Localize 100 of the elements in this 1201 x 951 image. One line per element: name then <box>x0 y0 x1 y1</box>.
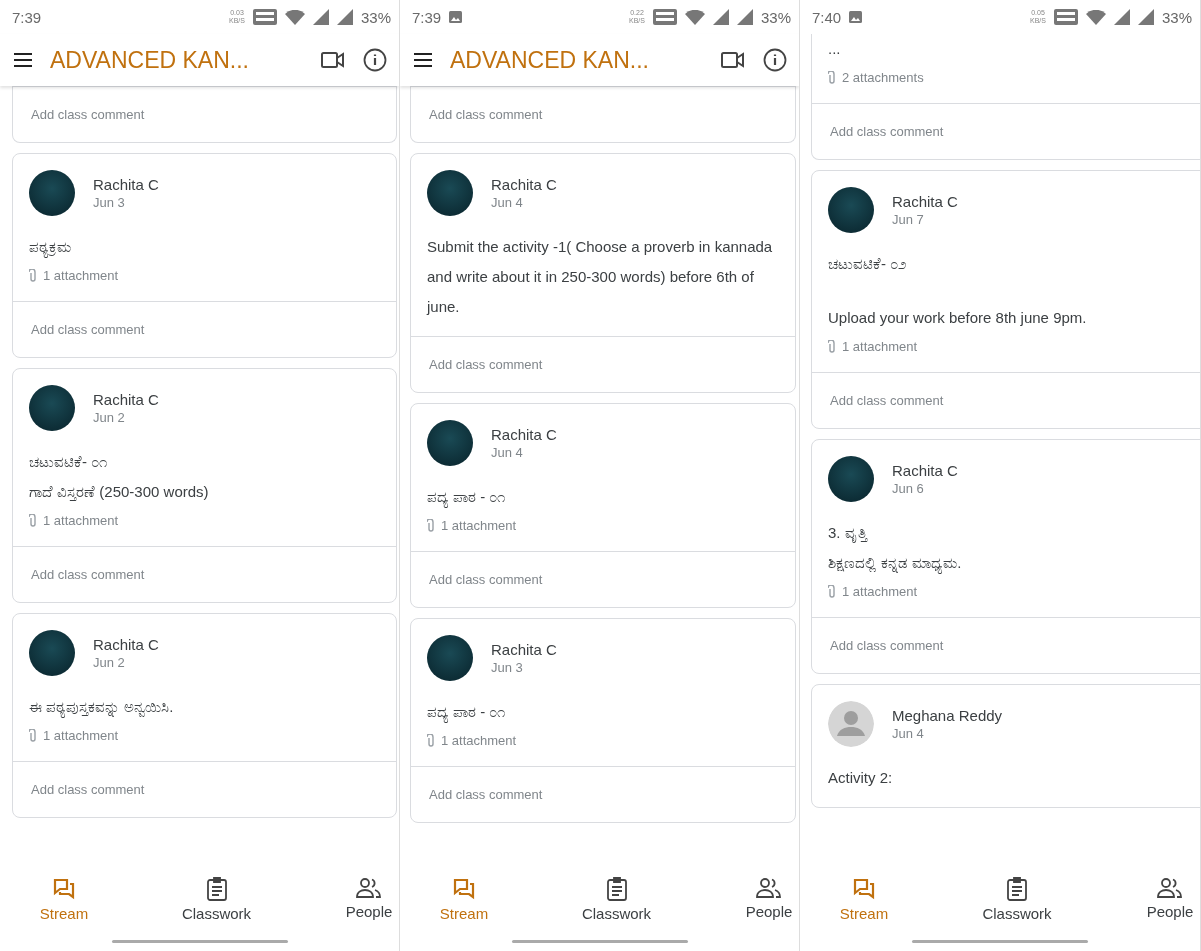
battery-percent: 33% <box>1161 8 1192 26</box>
chat-bubbles-icon <box>52 877 76 901</box>
author-name: Rachita C <box>491 426 557 443</box>
post-text: 3. ವೃತ್ತಿ <box>828 523 869 545</box>
post-text: ಈ ಪಠ್ಯಪುಸ್ತಕವನ್ನು ಅನ್ವಯಿಸಿ. <box>29 692 380 722</box>
attachment-link[interactable]: 1 attachment <box>812 333 1200 372</box>
signal-icon <box>1113 9 1130 25</box>
paperclip-icon <box>828 340 836 353</box>
post-date: Jun 6 <box>892 481 925 496</box>
signal-icon <box>736 9 753 25</box>
signal-icon <box>336 9 353 25</box>
comment-field[interactable]: Add class comment <box>411 336 795 392</box>
paperclip-icon <box>29 269 37 282</box>
attachment-link[interactable]: 2 attachments <box>812 64 1200 103</box>
post-text: Activity 2: <box>828 768 894 788</box>
signal-icon <box>312 9 329 25</box>
post-text: ಪದ್ಯ ಪಾಠ - ೦೧ <box>427 482 779 512</box>
comment-field[interactable]: Add class comment <box>812 617 1200 673</box>
people-icon <box>1157 877 1183 899</box>
author-name: Rachita C <box>892 462 958 479</box>
chat-bubbles-icon <box>852 877 876 901</box>
post-text: ... <box>828 39 842 59</box>
battery-percent: 33% <box>360 8 391 26</box>
paperclip-icon <box>828 585 836 598</box>
post-text: Submit the activity -1( Choose a proverb in kannada and write about it in 250-300 words) before 6th of june. <box>427 237 774 317</box>
post-text: ಪಠ್ಯಕ್ರಮ <box>29 232 380 262</box>
chat-bubbles-icon <box>452 877 476 901</box>
author-name: Meghana Reddy <box>892 707 1003 724</box>
signal-icon <box>1137 9 1154 25</box>
class-title: ADVANCED KAN... <box>450 46 650 74</box>
status-time: 7:39 <box>412 8 442 26</box>
signal-icon <box>712 9 729 25</box>
paperclip-icon <box>427 519 435 532</box>
nav-tab[interactable]: People <box>739 877 799 922</box>
post-date: Jun 3 <box>93 195 126 210</box>
author-name: Rachita C <box>892 193 958 210</box>
post-date: Jun 2 <box>93 655 126 670</box>
info-icon[interactable] <box>763 48 787 72</box>
attachment-link[interactable]: 1 attachment <box>13 507 396 546</box>
post-text: ಗಾದೆ ವಿಸ್ತರಣೆ (250-300 words) <box>29 482 210 503</box>
clipboard-icon <box>205 877 228 901</box>
comment-field[interactable]: Add class comment <box>13 761 396 817</box>
volte-wifi-icon <box>652 9 677 25</box>
battery-percent: 33% <box>760 8 791 26</box>
menu-icon[interactable] <box>414 53 432 67</box>
post-text: ಪದ್ಯ ಪಾಠ - ೦೧ <box>427 697 779 727</box>
status-time: 7:39 <box>12 8 42 26</box>
post-text: ಶಿಕ್ಷಣದಲ್ಲಿ ಕನ್ನಡ ಮಾಧ್ಯಮ. <box>828 548 1195 578</box>
nav-tab[interactable]: Stream <box>434 877 494 922</box>
class-title: ADVANCED KAN... <box>50 46 250 74</box>
clipboard-icon <box>605 877 628 901</box>
comment-field[interactable]: Add class comment <box>13 86 396 142</box>
comment-field[interactable]: Add class comment <box>411 551 795 607</box>
nav-tab[interactable]: Stream <box>834 877 894 922</box>
menu-icon[interactable] <box>14 53 32 67</box>
paperclip-icon <box>29 729 37 742</box>
attachment-link[interactable]: 1 attachment <box>13 262 396 301</box>
post-date: Jun 2 <box>93 410 126 425</box>
nav-tab[interactable]: Classwork <box>982 877 1052 922</box>
post-date: Jun 4 <box>892 726 925 741</box>
author-name: Rachita C <box>93 636 159 653</box>
attachment-link[interactable]: 1 attachment <box>411 727 795 766</box>
post-date: Jun 7 <box>892 212 925 227</box>
attachment-link[interactable]: 1 attachment <box>13 722 396 761</box>
paperclip-icon <box>828 71 836 84</box>
post-text: ಚಟುವಟಿಕೆ- ೦೨ <box>828 254 908 274</box>
video-camera-icon[interactable] <box>721 52 745 68</box>
paperclip-icon <box>29 514 37 527</box>
paperclip-icon <box>427 734 435 747</box>
attachment-link[interactable]: 1 attachment <box>411 512 795 551</box>
people-icon <box>356 877 382 899</box>
wifi-icon <box>684 9 705 25</box>
post-date: Jun 4 <box>491 195 524 210</box>
nav-tab[interactable]: Classwork <box>181 877 252 922</box>
author-name: Rachita C <box>93 391 159 408</box>
post-text: ಚಟುವಟಿಕೆ- ೦೧ <box>29 452 109 472</box>
comment-field[interactable]: Add class comment <box>411 86 795 142</box>
author-name: Rachita C <box>491 641 557 658</box>
nav-tab[interactable]: People <box>339 877 399 922</box>
author-name: Rachita C <box>491 176 557 193</box>
status-time: 7:40 <box>812 8 842 26</box>
volte-wifi-icon <box>1053 9 1078 25</box>
comment-field[interactable]: Add class comment <box>13 301 396 357</box>
comment-field[interactable]: Add class comment <box>13 546 396 602</box>
comment-field[interactable]: Add class comment <box>812 372 1200 428</box>
post-date: Jun 4 <box>491 445 524 460</box>
people-icon <box>756 877 782 899</box>
post-text: Upload your work before 8th june 9pm. <box>828 308 1088 328</box>
nav-tab[interactable]: Classwork <box>581 877 652 922</box>
video-camera-icon[interactable] <box>321 52 345 68</box>
wifi-icon <box>1085 9 1106 25</box>
wifi-icon <box>284 9 305 25</box>
comment-field[interactable]: Add class comment <box>812 103 1200 159</box>
nav-tab[interactable]: Stream <box>34 877 94 922</box>
post-date: Jun 3 <box>491 660 524 675</box>
comment-field[interactable]: Add class comment <box>411 766 795 822</box>
info-icon[interactable] <box>363 48 387 72</box>
nav-tab[interactable]: People <box>1140 877 1200 922</box>
author-name: Rachita C <box>93 176 159 193</box>
attachment-link[interactable]: 1 attachment <box>812 578 1200 617</box>
